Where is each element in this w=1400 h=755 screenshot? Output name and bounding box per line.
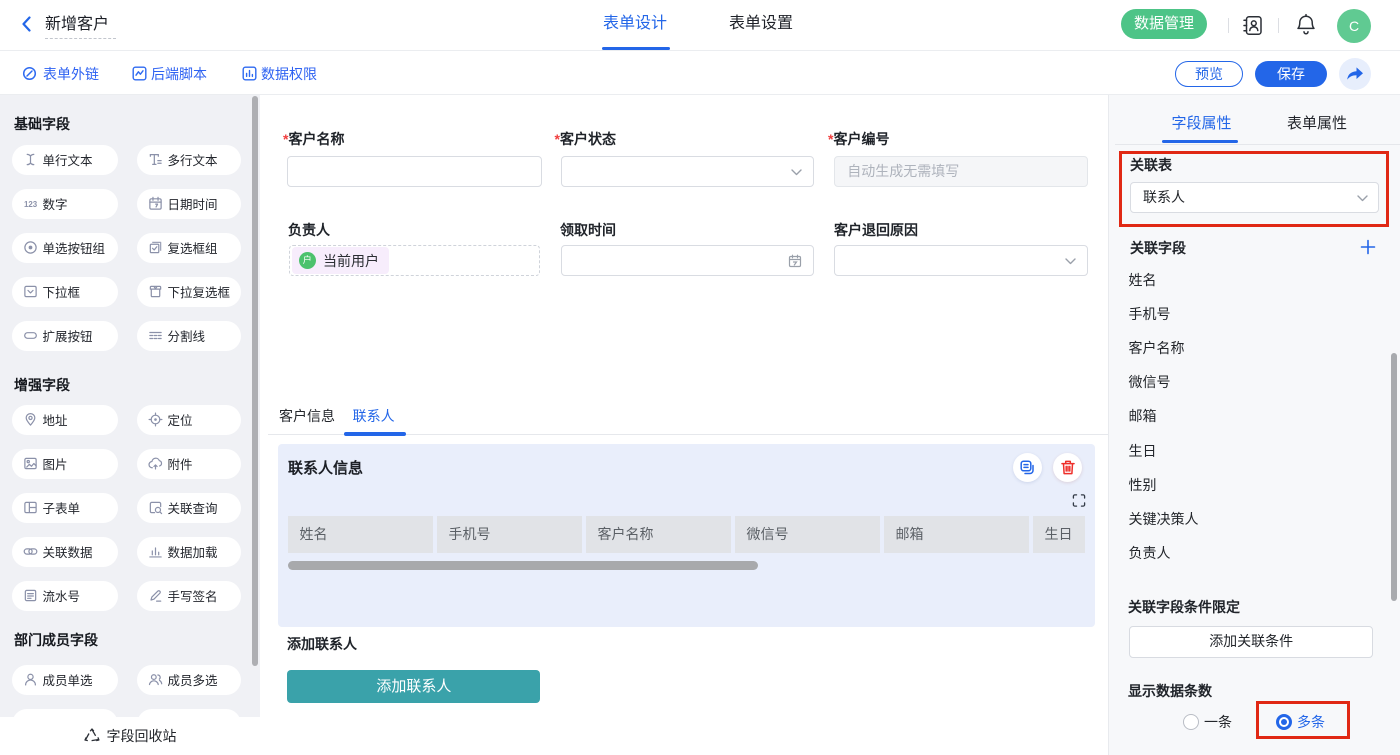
svg-text:123: 123 bbox=[23, 200, 37, 209]
